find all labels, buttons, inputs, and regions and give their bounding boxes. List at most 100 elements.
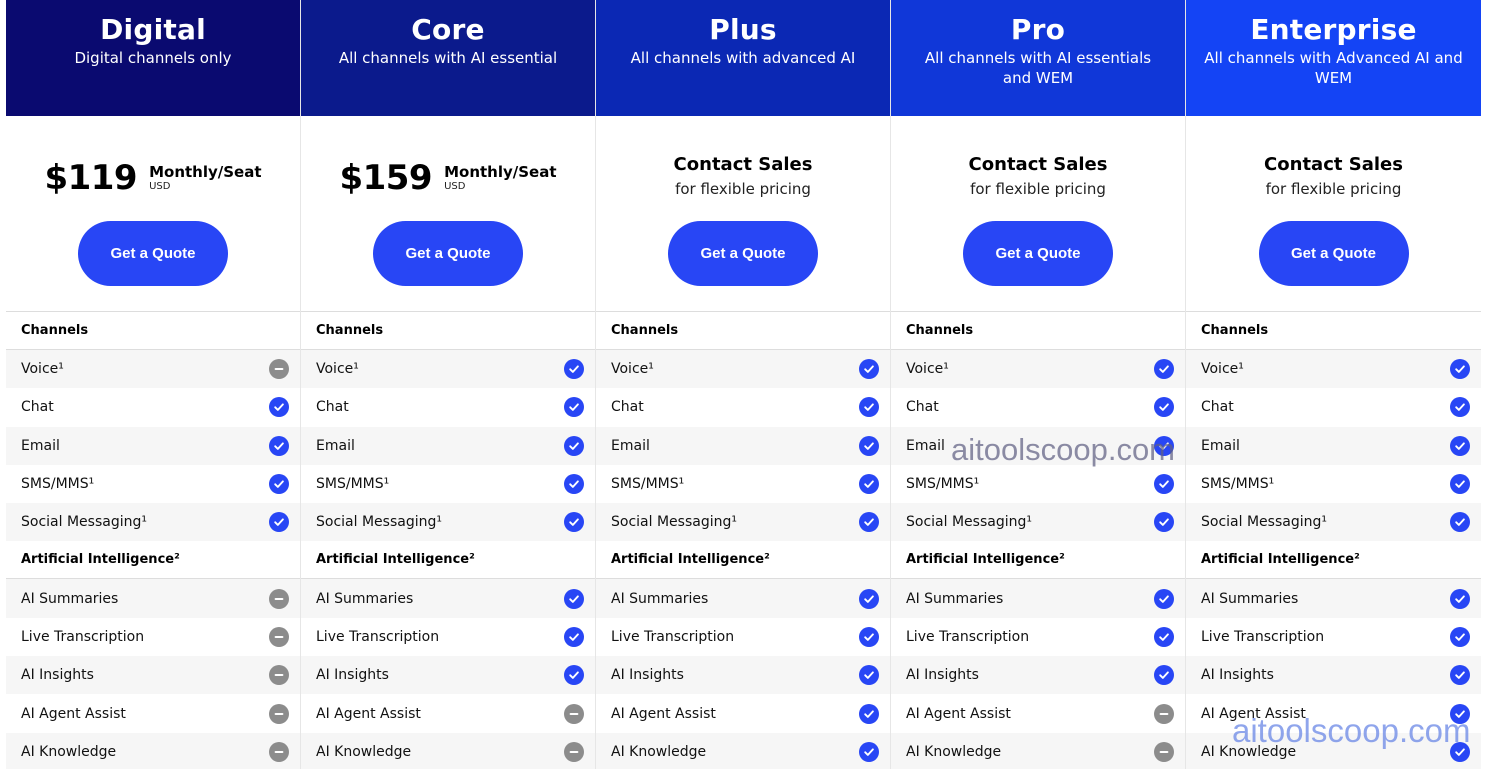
feature-label: SMS/MMS¹ bbox=[21, 476, 95, 493]
check-icon bbox=[564, 665, 584, 686]
feature-label: Email bbox=[21, 437, 60, 454]
feature-list: Channels Voice¹ Chat Email SMS/MMS¹ Social Me… bbox=[891, 311, 1185, 769]
plan-column-enterprise: Enterprise All channels with Advanced AI … bbox=[1186, 0, 1481, 769]
check-icon bbox=[859, 588, 879, 609]
feature-row: Chat bbox=[1186, 388, 1481, 426]
feature-row: AI Summaries bbox=[891, 579, 1185, 618]
feature-row: AI Knowledge bbox=[596, 732, 890, 769]
feature-label: SMS/MMS¹ bbox=[611, 476, 685, 493]
price-block: $159 Monthly/Seat USD bbox=[301, 156, 595, 200]
check-icon bbox=[1450, 474, 1470, 495]
feature-row: Social Messaging¹ bbox=[1186, 503, 1481, 542]
get-quote-button[interactable]: Get a Quote bbox=[1258, 221, 1409, 286]
feature-list: Channels Voice¹ Chat Email SMS/MMS¹ Social Me… bbox=[6, 311, 300, 769]
feature-label: Live Transcription bbox=[316, 628, 440, 645]
section-title: Artificial Intelligence² bbox=[301, 541, 595, 580]
feature-row: AI Summaries bbox=[596, 579, 890, 618]
check-icon bbox=[1450, 512, 1470, 533]
feature-row: Chat bbox=[596, 388, 890, 426]
feature-row: Social Messaging¹ bbox=[596, 503, 890, 542]
feature-row: AI Insights bbox=[891, 656, 1185, 695]
check-icon bbox=[859, 397, 879, 418]
price-area: Contact Sales for flexible pricing Get a Q… bbox=[1186, 116, 1481, 311]
price-period: Monthly/Seat bbox=[444, 162, 557, 181]
check-icon bbox=[1154, 359, 1174, 380]
feature-label: AI Knowledge bbox=[316, 743, 412, 760]
section-title: Channels bbox=[301, 312, 595, 350]
feature-row: Voice¹ bbox=[596, 350, 890, 389]
plan-name: Digital bbox=[100, 13, 206, 46]
feature-row: Social Messaging¹ bbox=[6, 503, 300, 542]
get-quote-button[interactable]: Get a Quote bbox=[78, 221, 228, 286]
feature-label: AI Insights bbox=[21, 667, 94, 684]
feature-row: Email bbox=[301, 426, 595, 465]
price-currency: USD bbox=[444, 180, 466, 192]
price-amount: $119 bbox=[44, 158, 138, 198]
dash-icon bbox=[269, 588, 289, 609]
feature-label: Social Messaging¹ bbox=[1201, 514, 1327, 531]
feature-label: Email bbox=[316, 437, 355, 454]
contact-sales-subtitle: for flexible pricing bbox=[1265, 180, 1402, 198]
feature-row: Email bbox=[1186, 426, 1481, 465]
feature-label: Chat bbox=[611, 399, 644, 416]
section-title: Channels bbox=[1186, 312, 1481, 350]
feature-row: AI Insights bbox=[301, 656, 595, 695]
section-title: Artificial Intelligence² bbox=[6, 541, 300, 580]
feature-label: Social Messaging¹ bbox=[906, 514, 1032, 531]
dash-icon bbox=[564, 703, 584, 724]
section-title: Artificial Intelligence² bbox=[596, 541, 890, 580]
feature-row: AI Agent Assist bbox=[1186, 694, 1481, 732]
check-icon bbox=[859, 435, 879, 456]
plan-name: Pro bbox=[1010, 13, 1066, 46]
feature-row: Voice¹ bbox=[1186, 350, 1481, 389]
feature-list: Channels Voice¹ Chat Email SMS/MMS¹ Social Me… bbox=[301, 311, 595, 769]
feature-label: AI Summaries bbox=[1201, 590, 1299, 607]
check-icon bbox=[859, 626, 879, 647]
feature-label: AI Agent Assist bbox=[316, 705, 421, 722]
section-title: Channels bbox=[596, 312, 890, 350]
feature-label: Voice¹ bbox=[316, 361, 359, 378]
get-quote-button[interactable]: Get a Quote bbox=[373, 221, 523, 286]
plan-name: Core bbox=[411, 13, 485, 46]
get-quote-button[interactable]: Get a Quote bbox=[668, 221, 818, 286]
check-icon bbox=[564, 512, 584, 533]
plan-column-core: Core All channels with AI essential $159 Mo… bbox=[301, 0, 596, 769]
feature-list: Channels Voice¹ Chat Email SMS/MMS¹ Social Me… bbox=[1186, 311, 1481, 769]
feature-row: AI Agent Assist bbox=[6, 694, 300, 732]
contact-sales-title: Contact Sales bbox=[673, 154, 813, 175]
feature-label: Email bbox=[906, 437, 945, 454]
feature-label: Email bbox=[1201, 437, 1240, 454]
feature-label: AI Knowledge bbox=[906, 743, 1002, 760]
dash-icon bbox=[269, 741, 289, 762]
feature-label: AI Summaries bbox=[316, 590, 414, 607]
check-icon bbox=[1154, 397, 1174, 418]
feature-label: Chat bbox=[1201, 399, 1234, 416]
feature-row: Voice¹ bbox=[301, 350, 595, 389]
check-icon bbox=[859, 359, 879, 380]
get-quote-button[interactable]: Get a Quote bbox=[963, 221, 1113, 286]
feature-row: Social Messaging¹ bbox=[301, 503, 595, 542]
feature-row: AI Agent Assist bbox=[596, 694, 890, 732]
price-amount: $159 bbox=[339, 158, 433, 198]
feature-label: AI Insights bbox=[1201, 667, 1274, 684]
contact-sales-subtitle: for flexible pricing bbox=[675, 180, 811, 198]
feature-label: AI Knowledge bbox=[611, 743, 707, 760]
check-icon bbox=[1450, 359, 1470, 380]
price-area: $159 Monthly/Seat USD Get a Quote bbox=[301, 116, 595, 311]
dash-icon bbox=[269, 626, 289, 647]
plan-subtitle: All channels with advanced AI bbox=[630, 49, 856, 67]
feature-row: AI Summaries bbox=[6, 579, 300, 618]
feature-label: Voice¹ bbox=[906, 361, 949, 378]
plan-name: Plus bbox=[709, 13, 777, 46]
feature-label: Live Transcription bbox=[21, 628, 145, 645]
check-icon bbox=[1450, 665, 1470, 686]
feature-label: Chat bbox=[906, 399, 939, 416]
feature-label: AI Knowledge bbox=[21, 743, 117, 760]
check-icon bbox=[1154, 665, 1174, 686]
check-icon bbox=[564, 435, 584, 456]
dash-icon bbox=[269, 665, 289, 686]
contact-sales-block: Contact Sales for flexible pricing bbox=[891, 152, 1185, 200]
feature-row: Live Transcription bbox=[301, 618, 595, 656]
feature-row: Live Transcription bbox=[1186, 618, 1481, 656]
feature-label: Chat bbox=[316, 399, 349, 416]
